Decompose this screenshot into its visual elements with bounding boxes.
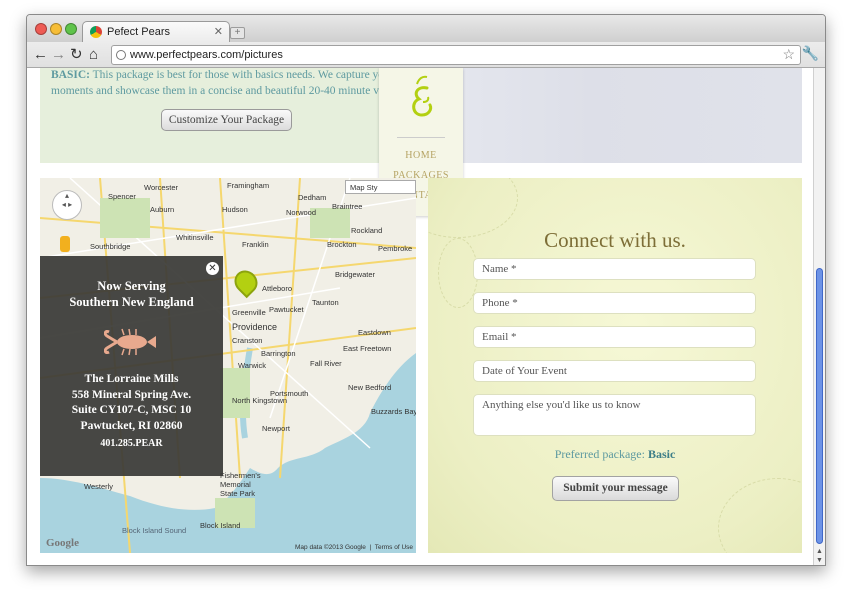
preferred-package-value[interactable]: Basic	[648, 447, 675, 461]
page-viewport: BASIC: This package is best for those wi…	[27, 68, 815, 565]
info-title-line-1: Now Serving	[97, 279, 166, 293]
page-icon	[116, 50, 126, 60]
home-icon[interactable]: ⌂	[89, 45, 98, 65]
preferred-package-label: Preferred package:	[554, 447, 645, 461]
map-label: East Freetown	[343, 344, 392, 353]
map-label: Southbridge	[90, 242, 131, 251]
map-label: Block Island Sound	[122, 526, 187, 535]
map-label: Franklin	[242, 240, 269, 249]
name-field[interactable]: Name *	[473, 258, 756, 280]
map-label: Block Island	[200, 521, 241, 530]
minimize-window-button[interactable]	[50, 23, 62, 35]
map-label: Framingham	[227, 181, 270, 190]
map-label: Buzzards Bay	[371, 407, 416, 416]
wrench-icon[interactable]: 🔧	[802, 45, 819, 62]
map-label: Auburn	[150, 205, 175, 214]
contact-section: Connect with us. Name * Phone * Email * …	[428, 178, 802, 553]
info-address: The Lorraine Mills 558 Mineral Spring Av…	[40, 372, 223, 434]
map-label: Norwood	[286, 208, 317, 217]
tab-title: Pefect Pears	[107, 26, 170, 38]
terms-link[interactable]: Terms of Use	[375, 544, 413, 551]
map-label: Pawtucket	[269, 305, 304, 314]
tab-strip: Pefect Pears ✕ +	[27, 15, 825, 42]
vertical-scrollbar[interactable]: ▲ ▼	[813, 68, 825, 565]
map-label: Westerly	[84, 482, 114, 491]
package-label: BASIC:	[51, 69, 90, 81]
package-line-2: moments and showcase them in a concise a…	[51, 85, 379, 97]
lobster-icon	[104, 328, 156, 356]
customize-package-button[interactable]: Customize Your Package	[161, 109, 292, 131]
map-label: Warwick	[238, 361, 267, 370]
map-label: Braintree	[332, 202, 363, 211]
nav-divider	[397, 137, 445, 138]
back-arrow-icon[interactable]: ←	[33, 45, 48, 65]
pan-control-icon[interactable]: ▴ ◂ ▸	[52, 190, 82, 220]
map-label: Fall River	[310, 359, 342, 368]
contact-heading: Connect with us.	[544, 228, 686, 252]
submit-message-button[interactable]: Submit your message	[552, 476, 679, 501]
map-label: Barrington	[261, 349, 296, 358]
google-logo[interactable]: Google	[46, 537, 79, 549]
url-text: www.perfectpears.com/pictures	[130, 49, 283, 61]
close-icon[interactable]: ✕	[206, 262, 219, 275]
browser-window: Pefect Pears ✕ + ← → ↻ ⌂ www.perfectpear…	[26, 14, 826, 566]
nav-home-link[interactable]: HOME	[379, 150, 463, 161]
info-title-line-2: Southern New England	[69, 295, 194, 309]
browser-tab[interactable]: Pefect Pears ✕	[82, 21, 230, 42]
map-label: Brockton	[327, 240, 357, 249]
package-description: BASIC: This package is best for those wi…	[51, 68, 391, 99]
map-label: Whitinsville	[176, 233, 214, 242]
map-footer: Map data ©2013 Google | Terms of Use	[295, 544, 414, 551]
package-line-1: This package is best for those with basi…	[89, 69, 391, 81]
map-label: Bridgewater	[335, 270, 376, 279]
chrome-favicon-icon	[90, 26, 102, 38]
address-bar[interactable]: www.perfectpears.com/pictures ☆	[111, 45, 801, 65]
address-line-4: Pawtucket, RI 02860	[80, 419, 183, 432]
info-phone[interactable]: 401.285.PEAR	[40, 438, 223, 449]
map-label: Cranston	[232, 336, 263, 345]
close-window-button[interactable]	[35, 23, 47, 35]
event-date-field[interactable]: Date of Your Event	[473, 360, 756, 382]
info-title: Now Serving Southern New England	[40, 278, 223, 310]
tab-close-icon[interactable]: ✕	[214, 25, 223, 38]
address-line-3: Suite CY107-C, MSC 10	[71, 404, 192, 416]
reload-icon[interactable]: ↻	[70, 45, 83, 65]
address-line-1: The Lorraine Mills	[84, 373, 179, 385]
zoom-window-button[interactable]	[65, 23, 77, 35]
map-label: Dedham	[298, 193, 327, 202]
map-label: Pembroke	[378, 244, 413, 253]
map-label: Providence	[232, 322, 278, 332]
star-icon[interactable]: ☆	[782, 46, 795, 63]
map-label: Portsmouth	[270, 389, 309, 398]
location-map[interactable]: Worcester Framingham Spencer Auburn Huds…	[40, 178, 416, 553]
phone-field[interactable]: Phone *	[473, 292, 756, 314]
map-label: Attleboro	[262, 284, 293, 293]
map-label: Taunton	[312, 298, 339, 307]
scrollbar-thumb[interactable]	[816, 268, 823, 544]
map-label: Rockland	[351, 226, 383, 235]
map-label: Spencer	[108, 192, 136, 201]
email-field[interactable]: Email *	[473, 326, 756, 348]
map-type-button[interactable]: Map Sty	[345, 180, 416, 194]
message-textarea[interactable]: Anything else you'd like us to know	[473, 394, 756, 436]
scroll-down-icon[interactable]: ▼	[816, 557, 823, 564]
map-label: Fishermen's Memorial State Park	[220, 471, 261, 498]
map-label: Worcester	[144, 183, 179, 192]
preferred-package: Preferred package: Basic	[428, 447, 802, 462]
map-label: Eastdown	[358, 328, 391, 337]
address-line-2: 558 Mineral Spring Ave.	[71, 388, 192, 401]
new-tab-button[interactable]: +	[230, 27, 245, 39]
browser-toolbar: ← → ↻ ⌂ www.perfectpears.com/pictures ☆ …	[27, 42, 825, 68]
map-label: Greenville	[232, 308, 266, 317]
pear-logo-icon[interactable]	[403, 72, 439, 120]
decorative-swirl	[718, 478, 802, 553]
location-info-window: ✕ Now Serving Southern New England The L…	[40, 256, 223, 476]
map-label: New Bedford	[348, 383, 392, 392]
scroll-up-icon[interactable]: ▲	[816, 548, 823, 555]
map-label: Newport	[262, 424, 290, 433]
pegman-icon[interactable]	[60, 236, 70, 252]
map-label: Hudson	[222, 205, 248, 214]
map-data-credit: Map data ©2013 Google	[295, 544, 366, 551]
forward-arrow-icon[interactable]: →	[51, 45, 66, 65]
